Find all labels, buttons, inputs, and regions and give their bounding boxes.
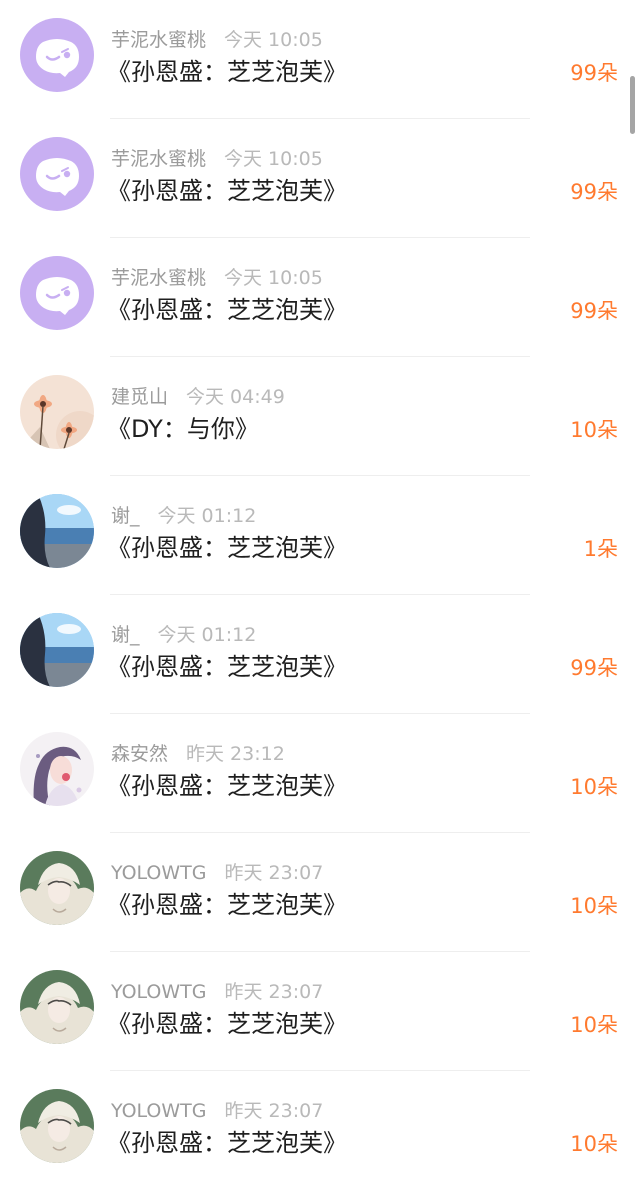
gift-count: 10朵 (570, 1132, 618, 1156)
list-item[interactable]: 芋泥水蜜桃 今天 10:05 《孙恩盛：芝芝泡芙》 99朵 (0, 0, 640, 119)
flower-photo (20, 375, 94, 449)
list-item[interactable]: 芋泥水蜜桃 今天 10:05 《孙恩盛：芝芝泡芙》 99朵 (0, 238, 640, 357)
avatar[interactable] (20, 256, 94, 330)
song-title[interactable]: 《孙恩盛：芝芝泡芙》 (107, 888, 347, 922)
list-item[interactable]: 谢_ 今天 01:12 《孙恩盛：芝芝泡芙》 99朵 (0, 595, 640, 714)
gift-count: 10朵 (570, 894, 618, 918)
timestamp: 今天 10:05 (224, 267, 323, 289)
song-title[interactable]: 《孙恩盛：芝芝泡芙》 (107, 531, 347, 565)
gift-count: 10朵 (570, 775, 618, 799)
item-meta: 建觅山 今天 04:49 (111, 384, 285, 410)
gift-count: 1朵 (583, 537, 618, 561)
username[interactable]: YOLOWTG (111, 862, 207, 884)
username[interactable]: YOLOWTG (111, 1100, 207, 1122)
list-item[interactable]: YOLOWTG 昨天 23:07 《孙恩盛：芝芝泡芙》 10朵 (0, 952, 640, 1071)
song-title[interactable]: 《孙恩盛：芝芝泡芙》 (107, 1007, 347, 1041)
list-item[interactable]: 建觅山 今天 04:49 《DY：与你》 10朵 (0, 357, 640, 476)
avatar[interactable] (20, 494, 94, 568)
username[interactable]: 谢_ (111, 505, 140, 527)
username[interactable]: 芋泥水蜜桃 (111, 267, 206, 289)
beach-photo (20, 494, 94, 568)
item-meta: 森安然 昨天 23:12 (111, 741, 285, 767)
avatar[interactable] (20, 18, 94, 92)
item-meta: YOLOWTG 昨天 23:07 (111, 1098, 323, 1124)
list-item[interactable]: 森安然 昨天 23:12 《孙恩盛：芝芝泡芙》 10朵 (0, 714, 640, 833)
beach-photo (20, 613, 94, 687)
sketch-portrait (20, 851, 94, 925)
timestamp: 今天 01:12 (157, 505, 257, 527)
timestamp: 昨天 23:07 (224, 1100, 324, 1122)
timestamp: 昨天 23:07 (224, 981, 324, 1003)
gift-count: 99朵 (570, 299, 618, 323)
avatar[interactable] (20, 732, 94, 806)
item-meta: 芋泥水蜜桃 今天 10:05 (111, 27, 323, 53)
timestamp: 昨天 23:07 (224, 862, 324, 884)
list-item[interactable]: YOLOWTG 昨天 23:07 《孙恩盛：芝芝泡芙》 10朵 (0, 833, 640, 952)
chat-bubble-icon (20, 137, 94, 211)
username[interactable]: 建觅山 (111, 386, 168, 408)
timestamp: 今天 04:49 (186, 386, 285, 408)
gift-count: 10朵 (570, 418, 618, 442)
avatar[interactable] (20, 1089, 94, 1163)
gift-count: 99朵 (570, 61, 618, 85)
sketch-portrait (20, 1089, 94, 1163)
song-title[interactable]: 《孙恩盛：芝芝泡芙》 (107, 293, 347, 327)
item-meta: YOLOWTG 昨天 23:07 (111, 979, 323, 1005)
scrollbar[interactable] (630, 76, 635, 134)
avatar[interactable] (20, 613, 94, 687)
gift-count: 10朵 (570, 1013, 618, 1037)
gift-record-list[interactable]: 芋泥水蜜桃 今天 10:05 《孙恩盛：芝芝泡芙》 99朵 芋泥水蜜桃 今天 10:… (0, 0, 640, 1177)
avatar[interactable] (20, 851, 94, 925)
timestamp: 今天 10:05 (224, 29, 323, 51)
illustrated-girl (20, 732, 94, 806)
song-title[interactable]: 《DY：与你》 (107, 412, 259, 446)
item-meta: 谢_ 今天 01:12 (111, 503, 256, 529)
avatar[interactable] (20, 970, 94, 1044)
gift-count: 99朵 (570, 180, 618, 204)
timestamp: 昨天 23:12 (186, 743, 285, 765)
item-meta: 谢_ 今天 01:12 (111, 622, 256, 648)
list-item[interactable]: 谢_ 今天 01:12 《孙恩盛：芝芝泡芙》 1朵 (0, 476, 640, 595)
timestamp: 今天 01:12 (157, 624, 257, 646)
list-item[interactable]: YOLOWTG 昨天 23:07 《孙恩盛：芝芝泡芙》 10朵 (0, 1071, 640, 1177)
username[interactable]: 谢_ (111, 624, 140, 646)
avatar[interactable] (20, 137, 94, 211)
list-item[interactable]: 芋泥水蜜桃 今天 10:05 《孙恩盛：芝芝泡芙》 99朵 (0, 119, 640, 238)
chat-bubble-icon (20, 256, 94, 330)
item-meta: YOLOWTG 昨天 23:07 (111, 860, 323, 886)
sketch-portrait (20, 970, 94, 1044)
username[interactable]: 芋泥水蜜桃 (111, 148, 206, 170)
item-meta: 芋泥水蜜桃 今天 10:05 (111, 265, 323, 291)
username[interactable]: 芋泥水蜜桃 (111, 29, 206, 51)
song-title[interactable]: 《孙恩盛：芝芝泡芙》 (107, 650, 347, 684)
username[interactable]: YOLOWTG (111, 981, 207, 1003)
chat-bubble-icon (20, 18, 94, 92)
avatar[interactable] (20, 375, 94, 449)
song-title[interactable]: 《孙恩盛：芝芝泡芙》 (107, 55, 347, 89)
song-title[interactable]: 《孙恩盛：芝芝泡芙》 (107, 1126, 347, 1160)
username[interactable]: 森安然 (111, 743, 168, 765)
gift-count: 99朵 (570, 656, 618, 680)
item-meta: 芋泥水蜜桃 今天 10:05 (111, 146, 323, 172)
song-title[interactable]: 《孙恩盛：芝芝泡芙》 (107, 174, 347, 208)
song-title[interactable]: 《孙恩盛：芝芝泡芙》 (107, 769, 347, 803)
timestamp: 今天 10:05 (224, 148, 323, 170)
